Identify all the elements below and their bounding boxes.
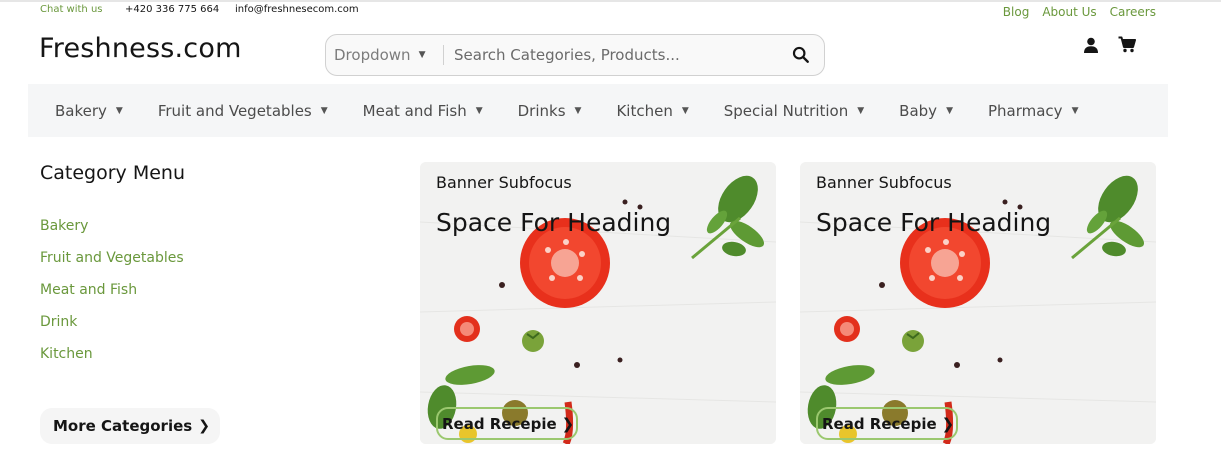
site-logo[interactable]: Freshness.com bbox=[39, 33, 242, 64]
nav-item-bakery[interactable]: Bakery ▼ bbox=[55, 102, 123, 120]
phone-number: +420 336 775 664 bbox=[125, 4, 220, 15]
nav-item-label: Bakery bbox=[55, 101, 107, 120]
caret-down-icon: ▼ bbox=[681, 105, 689, 116]
nav-item-baby[interactable]: Baby ▼ bbox=[899, 102, 953, 120]
caret-down-icon: ▼ bbox=[418, 50, 426, 60]
read-recipe-label: Read Recepie bbox=[442, 414, 557, 433]
caret-down-icon: ▼ bbox=[475, 105, 483, 116]
banner-card[interactable]: Banner Subfocus Space For Heading Read R… bbox=[800, 162, 1156, 444]
contact-bar: Chat with us +420 336 775 664 info@fresh… bbox=[40, 4, 359, 15]
more-categories-label: More Categories bbox=[53, 417, 193, 435]
nav-item-label: Baby bbox=[899, 101, 938, 120]
category-link-drink[interactable]: Drink bbox=[40, 314, 184, 346]
nav-item-label: Special Nutrition bbox=[723, 101, 849, 120]
more-categories-button[interactable]: More Categories ❯ bbox=[40, 408, 220, 444]
nav-item-label: Kitchen bbox=[616, 101, 673, 120]
banner-subfocus: Banner Subfocus bbox=[816, 173, 952, 192]
nav-item-drinks[interactable]: Drinks ▼ bbox=[518, 102, 582, 120]
email-address: info@freshnesecom.com bbox=[235, 4, 359, 15]
category-menu-list: Bakery Fruit and Vegetables Meat and Fis… bbox=[40, 218, 184, 378]
caret-down-icon: ▼ bbox=[574, 105, 582, 116]
read-recipe-button[interactable]: Read Recepie ❯ bbox=[816, 407, 958, 440]
nav-item-label: Pharmacy bbox=[987, 101, 1063, 120]
nav-item-special-nutrition[interactable]: Special Nutrition ▼ bbox=[724, 102, 864, 120]
top-border bbox=[0, 0, 1221, 2]
caret-down-icon: ▼ bbox=[115, 105, 123, 116]
caret-down-icon: ▼ bbox=[1071, 105, 1079, 116]
chat-link[interactable]: Chat with us bbox=[40, 4, 125, 15]
nav-item-pharmacy[interactable]: Pharmacy ▼ bbox=[988, 102, 1079, 120]
banner-image bbox=[420, 162, 776, 444]
banner-subfocus: Banner Subfocus bbox=[436, 173, 572, 192]
search-dropdown[interactable]: Dropdown ▼ bbox=[326, 45, 444, 65]
nav-item-label: Drinks bbox=[517, 101, 566, 120]
chevron-right-icon: ❯ bbox=[941, 414, 955, 433]
caret-down-icon: ▼ bbox=[320, 105, 328, 116]
banner-heading: Space For Heading bbox=[816, 208, 1052, 237]
caret-down-icon: ▼ bbox=[946, 105, 953, 116]
banner-card[interactable]: Banner Subfocus Space For Heading Read R… bbox=[420, 162, 776, 444]
category-link-bakery[interactable]: Bakery bbox=[40, 218, 184, 250]
search-dropdown-label: Dropdown bbox=[334, 46, 411, 64]
search-bar: Dropdown ▼ bbox=[325, 34, 825, 76]
chevron-right-icon: ❯ bbox=[561, 414, 575, 433]
read-recipe-button[interactable]: Read Recepie ❯ bbox=[436, 407, 578, 440]
nav-item-meat-and-fish[interactable]: Meat and Fish ▼ bbox=[363, 102, 483, 120]
about-us-link[interactable]: About Us bbox=[1042, 5, 1096, 19]
category-link-meat-and-fish[interactable]: Meat and Fish bbox=[40, 282, 184, 314]
nav-item-label: Meat and Fish bbox=[362, 101, 467, 120]
search-input[interactable] bbox=[454, 46, 774, 64]
read-recipe-label: Read Recepie bbox=[822, 414, 937, 433]
banner-image bbox=[800, 162, 1156, 444]
chevron-right-icon: ❯ bbox=[198, 418, 210, 434]
search-icon[interactable] bbox=[792, 46, 810, 64]
nav-item-kitchen[interactable]: Kitchen ▼ bbox=[616, 102, 688, 120]
category-link-kitchen[interactable]: Kitchen bbox=[40, 346, 184, 378]
top-links: Blog About Us Careers bbox=[1003, 5, 1156, 19]
category-link-fruit-and-vegetables[interactable]: Fruit and Vegetables bbox=[40, 250, 184, 282]
category-menu-title: Category Menu bbox=[40, 162, 185, 184]
banner-heading: Space For Heading bbox=[436, 208, 672, 237]
nav-item-fruit-and-vegetables[interactable]: Fruit and Vegetables ▼ bbox=[158, 102, 328, 120]
nav-item-label: Fruit and Vegetables bbox=[157, 101, 312, 120]
user-icon[interactable] bbox=[1083, 37, 1099, 53]
cart-icon[interactable] bbox=[1118, 36, 1136, 53]
caret-down-icon: ▼ bbox=[857, 105, 865, 116]
blog-link[interactable]: Blog bbox=[1003, 5, 1030, 19]
careers-link[interactable]: Careers bbox=[1110, 5, 1156, 19]
category-nav: Bakery ▼ Fruit and Vegetables ▼ Meat and F… bbox=[28, 84, 1168, 137]
